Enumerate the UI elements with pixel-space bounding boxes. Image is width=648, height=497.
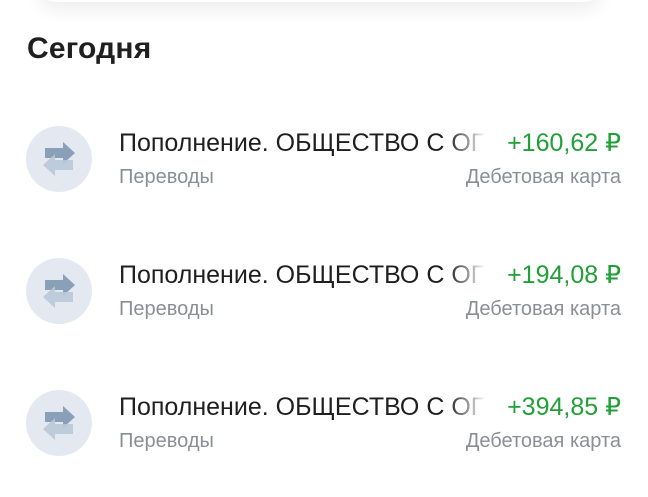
top-card-shadow	[40, 0, 600, 2]
transaction-row[interactable]: Пополнение. ОБЩЕСТВО С ОГРАНИЧЕННОЙ ОТВЕ…	[0, 382, 648, 462]
transfer-arrows-icon	[26, 258, 92, 324]
transaction-title: Пополнение. ОБЩЕСТВО С ОГРАНИЧЕННОЙ ОТВЕ…	[119, 129, 492, 157]
title-fade	[448, 257, 492, 293]
transaction-row[interactable]: Пополнение. ОБЩЕСТВО С ОГРАНИЧЕННОЙ ОТВЕ…	[0, 250, 648, 330]
transaction-title-container: Пополнение. ОБЩЕСТВО С ОГРАНИЧЕННОЙ ОТВЕ…	[119, 125, 492, 161]
transfer-arrows-icon	[26, 126, 92, 192]
transaction-title-container: Пополнение. ОБЩЕСТВО С ОГРАНИЧЕННОЙ ОТВЕ…	[119, 257, 492, 293]
transfer-arrows-icon	[26, 390, 92, 456]
transaction-category: Переводы	[119, 298, 214, 320]
transaction-row[interactable]: Пополнение. ОБЩЕСТВО С ОГРАНИЧЕННОЙ ОТВЕ…	[0, 118, 648, 198]
transaction-category: Переводы	[119, 166, 214, 188]
transaction-title-container: Пополнение. ОБЩЕСТВО С ОГРАНИЧЕННОЙ ОТВЕ…	[119, 389, 492, 425]
transaction-title: Пополнение. ОБЩЕСТВО С ОГРАНИЧЕННОЙ ОТВЕ…	[119, 393, 492, 421]
transaction-amount: +194,08 ₽	[507, 261, 621, 289]
title-fade	[448, 389, 492, 425]
section-title-today: Сегодня	[27, 32, 152, 65]
transaction-amount: +394,85 ₽	[507, 393, 621, 421]
transaction-category: Переводы	[119, 430, 214, 452]
transaction-title: Пополнение. ОБЩЕСТВО С ОГРАНИЧЕННОЙ ОТВЕ…	[119, 261, 492, 289]
transaction-account: Дебетовая карта	[465, 298, 621, 320]
transaction-account: Дебетовая карта	[465, 166, 621, 188]
title-fade	[448, 125, 492, 161]
transaction-amount: +160,62 ₽	[507, 129, 621, 157]
transaction-account: Дебетовая карта	[465, 430, 621, 452]
